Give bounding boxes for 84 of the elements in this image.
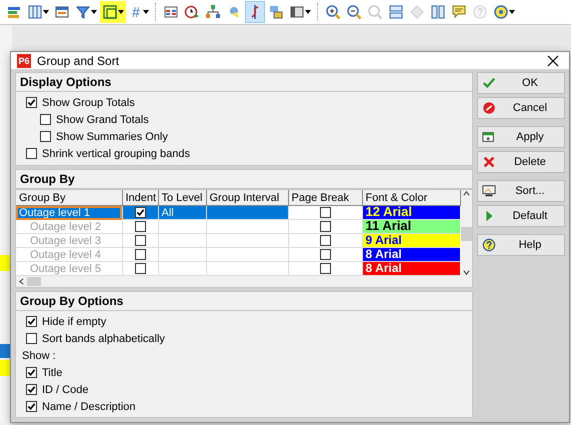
columns-icon bbox=[27, 4, 43, 20]
close-icon bbox=[482, 155, 496, 169]
toolbar-button[interactable] bbox=[100, 1, 126, 23]
table-icon bbox=[54, 4, 70, 20]
font-sample: 9 Arial bbox=[366, 234, 402, 246]
monitor-icon bbox=[482, 184, 496, 198]
checkbox[interactable] bbox=[26, 333, 37, 344]
clock-icon bbox=[184, 4, 200, 20]
dialog-button[interactable]: Apply bbox=[477, 126, 565, 148]
add-window-icon bbox=[482, 130, 496, 144]
scroll-up-icon[interactable] bbox=[462, 190, 470, 197]
checkbox[interactable] bbox=[134, 207, 146, 218]
scroll-thumb[interactable] bbox=[27, 277, 41, 286]
diamond-icon bbox=[408, 4, 425, 20]
table-cell: Outage level 4 bbox=[16, 248, 122, 262]
section-label: Show : bbox=[22, 349, 57, 362]
panel-icon bbox=[288, 4, 305, 20]
zoom-icon bbox=[366, 4, 383, 20]
option-label: Shrink vertical grouping bands bbox=[42, 148, 190, 160]
checkbox[interactable] bbox=[26, 367, 37, 378]
option-label: ID / Code bbox=[42, 384, 88, 396]
grid-icon bbox=[162, 4, 179, 20]
split-icon bbox=[430, 4, 446, 20]
checkbox[interactable] bbox=[40, 131, 51, 142]
scroll-left-icon[interactable] bbox=[18, 278, 25, 285]
table-cell: Outage level 3 bbox=[16, 234, 122, 248]
dialog-button[interactable]: Sort... bbox=[477, 180, 565, 202]
font-sample: 11 Arial bbox=[366, 220, 412, 232]
rows-icon bbox=[388, 4, 404, 20]
scroll-down-icon[interactable] bbox=[462, 269, 470, 276]
dialog-button[interactable]: OK bbox=[477, 72, 565, 94]
checkbox[interactable] bbox=[26, 316, 37, 327]
layout-icon bbox=[102, 4, 118, 20]
dialog-button[interactable]: Help bbox=[477, 234, 565, 256]
table-cell: Outage level 1 bbox=[16, 206, 122, 220]
filter-icon bbox=[75, 4, 91, 20]
dropdown-arrow-icon bbox=[43, 10, 49, 14]
toolbar-button[interactable]: # bbox=[127, 1, 151, 23]
table-row[interactable]: Outage level 1 All 12 Arial bbox=[16, 206, 460, 220]
horizontal-scrollbar[interactable] bbox=[16, 276, 472, 287]
option-label: Show Summaries Only bbox=[56, 130, 168, 142]
column-header[interactable]: To Level bbox=[158, 190, 206, 206]
column-header[interactable]: Indent bbox=[122, 190, 158, 206]
column-header[interactable]: Font & Color bbox=[362, 190, 460, 206]
checkbox[interactable] bbox=[26, 148, 37, 159]
column-header[interactable]: Page Break bbox=[288, 190, 362, 206]
dialog-button[interactable]: Cancel bbox=[477, 97, 565, 119]
scroll-thumb[interactable] bbox=[460, 227, 472, 241]
zoom-in-icon bbox=[324, 4, 341, 20]
dropdown-arrow-icon bbox=[304, 10, 311, 14]
dropdown-arrow-icon bbox=[508, 10, 515, 14]
column-header[interactable]: Group Interval bbox=[206, 190, 288, 206]
window-title: Group and Sort bbox=[37, 54, 120, 68]
checkbox[interactable] bbox=[26, 97, 37, 108]
option-label: Title bbox=[42, 366, 62, 378]
toolbar-button[interactable] bbox=[244, 1, 265, 23]
dropdown-arrow-icon bbox=[142, 10, 149, 14]
bars-icon bbox=[6, 4, 22, 20]
app-logo: P6 bbox=[17, 54, 31, 68]
checkbox[interactable] bbox=[26, 401, 37, 412]
option-label: Show Grand Totals bbox=[56, 114, 149, 126]
table-cell: All bbox=[158, 206, 206, 220]
hierarchy-icon bbox=[204, 4, 221, 20]
font-sample: 8 Arial bbox=[366, 262, 402, 274]
dialog-button[interactable]: Default bbox=[477, 205, 565, 227]
checkbox[interactable] bbox=[40, 114, 51, 125]
checkbox[interactable] bbox=[320, 207, 330, 218]
column-header[interactable]: Group By bbox=[16, 190, 122, 206]
no-entry-icon bbox=[482, 101, 496, 115]
option-label: Show Group Totals bbox=[42, 96, 135, 108]
table-cell: Outage level 2 bbox=[16, 220, 122, 234]
checkbox[interactable] bbox=[26, 384, 37, 395]
dropdown-arrow-icon bbox=[91, 10, 97, 14]
dialog-button[interactable]: Delete bbox=[477, 151, 565, 173]
option-label: Name / Description bbox=[42, 400, 136, 412]
dropdown-arrow-icon bbox=[118, 10, 124, 14]
comment-icon bbox=[450, 4, 467, 20]
check-icon bbox=[482, 76, 496, 90]
font-sample: 8 Arial bbox=[366, 248, 402, 260]
option-label: Sort bands alphabetically bbox=[42, 332, 165, 344]
zoom-out-icon bbox=[346, 4, 362, 20]
font-sample: 12 Arial bbox=[366, 206, 412, 218]
option-label: Hide if empty bbox=[42, 316, 106, 328]
vertical-scrollbar[interactable] bbox=[460, 190, 472, 276]
